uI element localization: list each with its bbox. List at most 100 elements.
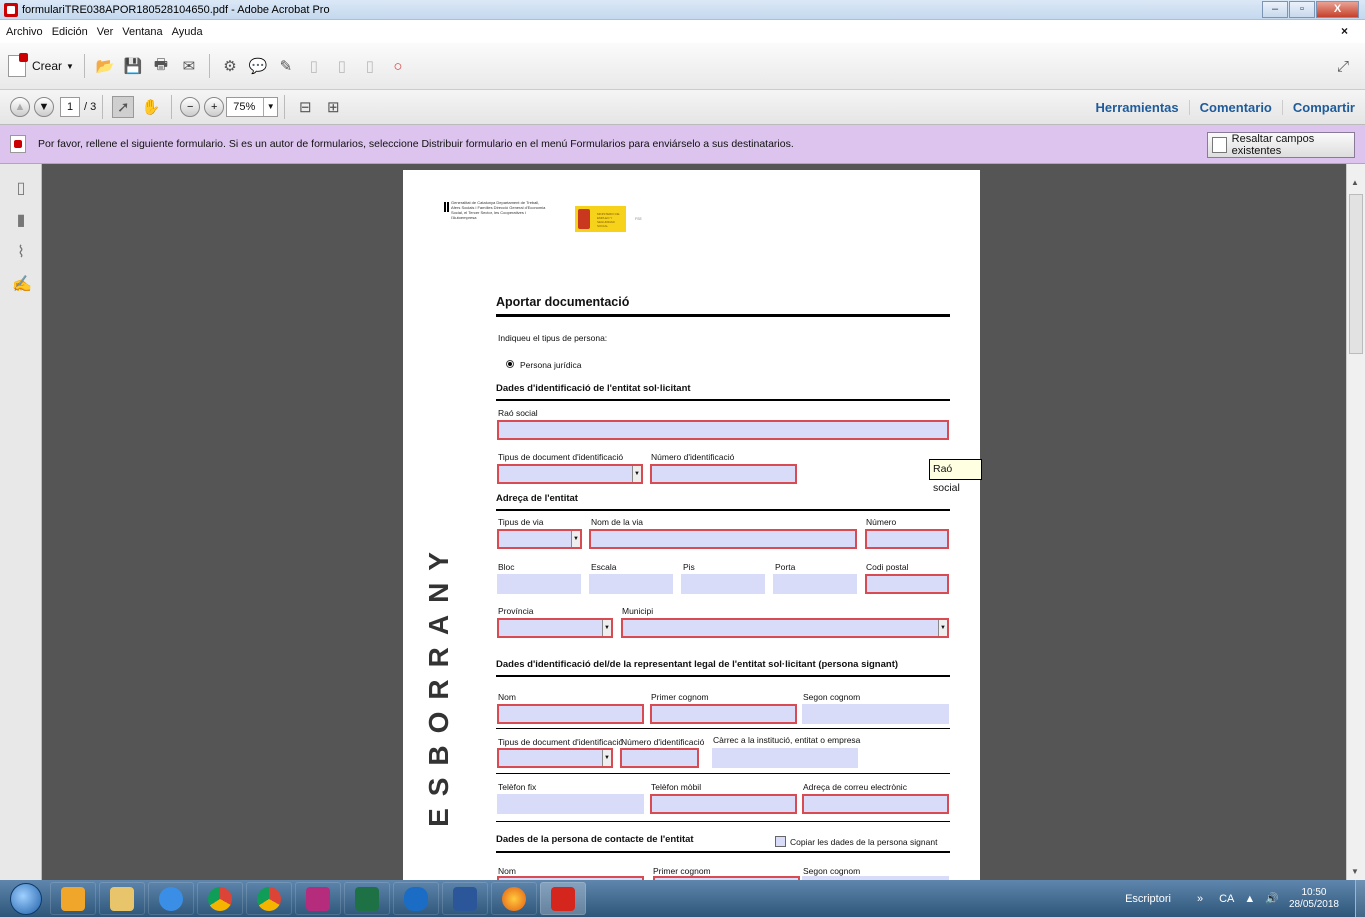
- crear-label: Crear: [32, 59, 63, 73]
- taskbar-chrome-2[interactable]: [246, 882, 292, 915]
- clock[interactable]: 10:50 28/05/2018: [1289, 887, 1339, 911]
- show-desktop-button[interactable]: [1355, 880, 1365, 917]
- crear-button[interactable]: Crear ▼: [8, 53, 74, 77]
- num-ident2-field[interactable]: [620, 748, 699, 768]
- primer-cognom-field[interactable]: [650, 704, 797, 724]
- close-document-button[interactable]: ×: [1341, 24, 1348, 38]
- taskbar-word[interactable]: [442, 882, 488, 915]
- num-ident-field[interactable]: [650, 464, 797, 484]
- scroll-up-icon[interactable]: ▲: [1351, 178, 1359, 187]
- taskbar-paint[interactable]: [295, 882, 341, 915]
- close-button[interactable]: X: [1316, 1, 1359, 18]
- codi-postal-field[interactable]: [865, 574, 949, 594]
- porta-field[interactable]: [773, 574, 857, 594]
- hand-tool-icon[interactable]: ✋: [140, 96, 162, 118]
- segon-cognom-field[interactable]: [802, 704, 949, 724]
- scroll-down-icon[interactable]: ▼: [1351, 867, 1359, 876]
- form-title: Aportar documentació: [496, 295, 630, 309]
- stamp-icon[interactable]: ▯: [303, 55, 325, 77]
- menu-archivo[interactable]: Archivo: [6, 26, 43, 38]
- scrollbar-thumb[interactable]: [1349, 194, 1363, 354]
- show-hidden-icons[interactable]: ▲: [1244, 893, 1255, 905]
- record-icon[interactable]: ○: [387, 55, 409, 77]
- correu-field[interactable]: [802, 794, 949, 814]
- chevron-down-icon: ▼: [571, 531, 580, 547]
- menu-ayuda[interactable]: Ayuda: [172, 26, 203, 38]
- highlight-fields-icon: [1212, 137, 1227, 153]
- carrec-field[interactable]: [712, 748, 858, 768]
- volume-icon[interactable]: 🔊: [1265, 892, 1279, 905]
- menu-edicion[interactable]: Edición: [52, 26, 88, 38]
- taskbar-firefox[interactable]: [491, 882, 537, 915]
- email-icon[interactable]: ✉: [178, 55, 200, 77]
- tipus-doc-select[interactable]: ▼: [497, 464, 643, 484]
- comentario-link[interactable]: Comentario: [1188, 100, 1282, 115]
- comment-icon[interactable]: 💬: [247, 55, 269, 77]
- tipus-doc2-select[interactable]: ▼: [497, 748, 613, 768]
- minimize-button[interactable]: –: [1262, 1, 1288, 18]
- zoom-select[interactable]: 75% ▼: [226, 97, 279, 117]
- escala-field[interactable]: [589, 574, 673, 594]
- municipi-select[interactable]: ▼: [621, 618, 949, 638]
- attachment-icon[interactable]: ⌇: [12, 242, 30, 261]
- highlight-icon[interactable]: ✎: [275, 55, 297, 77]
- start-button[interactable]: [10, 882, 42, 915]
- attach-doc-icon[interactable]: ▯: [331, 55, 353, 77]
- desktop-toolbar-label[interactable]: Escriptori: [1125, 893, 1171, 905]
- compartir-link[interactable]: Compartir: [1281, 100, 1365, 115]
- bloc-label: Bloc: [498, 562, 515, 572]
- zoom-out-icon[interactable]: −: [180, 97, 201, 117]
- menu-ventana[interactable]: Ventana: [122, 26, 162, 38]
- fit-width-icon[interactable]: ⊞: [322, 96, 344, 118]
- signature-icon[interactable]: ✍: [12, 274, 32, 293]
- telefon-fix-field[interactable]: [497, 794, 644, 814]
- next-page-icon[interactable]: ▼: [34, 97, 54, 117]
- expand-icon[interactable]: ⤢: [1332, 55, 1354, 77]
- pages-icon[interactable]: ▯: [12, 178, 30, 197]
- maximize-button[interactable]: ▫: [1289, 1, 1315, 18]
- taskbar-explorer[interactable]: [99, 882, 145, 915]
- taskbar-excel[interactable]: [344, 882, 390, 915]
- nom-via-field[interactable]: [589, 529, 857, 549]
- fse-logo: FSE: [635, 217, 642, 221]
- select-cursor-icon[interactable]: ➚: [112, 96, 135, 118]
- gencat-logo: Generalitat de Catalunya Departament de …: [444, 200, 546, 220]
- taskbar-chrome-1[interactable]: [197, 882, 243, 915]
- toolbar-divider: [284, 95, 286, 119]
- page-total: / 3: [84, 101, 97, 113]
- fit-page-icon[interactable]: ⊟: [294, 96, 316, 118]
- gear-icon[interactable]: ⚙: [219, 55, 241, 77]
- persona-juridica-radio[interactable]: [506, 360, 514, 368]
- vertical-scrollbar[interactable]: ▲ ▼: [1346, 164, 1365, 880]
- rao-social-field[interactable]: [497, 420, 949, 440]
- taskbar-onedrive[interactable]: [393, 882, 439, 915]
- pis-field[interactable]: [681, 574, 765, 594]
- nom-field[interactable]: [497, 704, 644, 724]
- print-icon[interactable]: 🖶: [150, 55, 172, 77]
- zoom-value: 75%: [233, 101, 256, 113]
- previous-page-icon[interactable]: ▲: [10, 97, 30, 117]
- herramientas-link[interactable]: Herramientas: [1086, 100, 1189, 115]
- highlight-fields-button[interactable]: Resaltar campos existentes: [1207, 132, 1355, 158]
- copiar-dades-checkbox[interactable]: [775, 836, 786, 847]
- toolbar-chevron[interactable]: »: [1197, 893, 1203, 905]
- row-rule: [496, 821, 950, 822]
- zoom-in-icon[interactable]: +: [204, 97, 225, 117]
- taskbar-acrobat[interactable]: [540, 882, 586, 915]
- window-title: formulariTRE038APOR180528104650.pdf - Ad…: [22, 3, 330, 16]
- tipus-via-select[interactable]: ▼: [497, 529, 582, 549]
- provincia-select[interactable]: ▼: [497, 618, 613, 638]
- page-number-input[interactable]: 1: [60, 97, 80, 117]
- language-indicator[interactable]: CA: [1219, 893, 1234, 905]
- bloc-field[interactable]: [497, 574, 581, 594]
- open-folder-icon[interactable]: 📂: [94, 55, 116, 77]
- save-icon[interactable]: 💾: [122, 55, 144, 77]
- taskbar-outlook[interactable]: [50, 882, 96, 915]
- bookmark-icon[interactable]: ▮: [12, 210, 30, 229]
- nom-via-label: Nom de la via: [591, 517, 643, 527]
- telefon-mobil-field[interactable]: [650, 794, 797, 814]
- menu-ver[interactable]: Ver: [97, 26, 114, 38]
- numero-field[interactable]: [865, 529, 949, 549]
- sign-doc-icon[interactable]: ▯: [359, 55, 381, 77]
- taskbar-ie[interactable]: [148, 882, 194, 915]
